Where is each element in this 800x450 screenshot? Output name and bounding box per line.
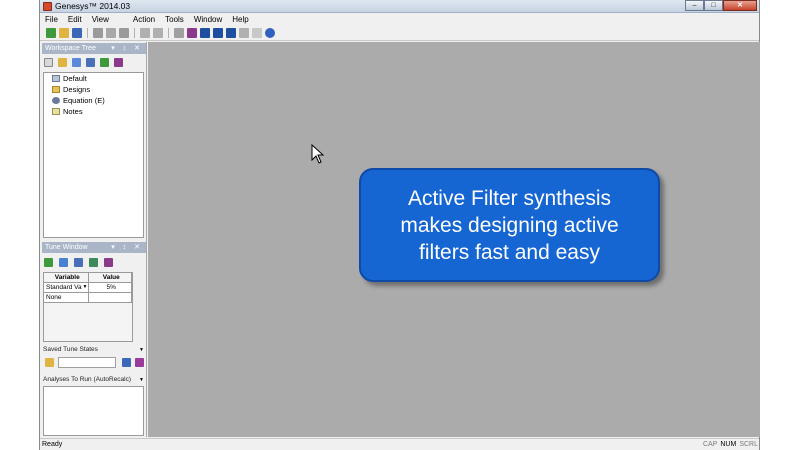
save-icon[interactable] bbox=[72, 28, 82, 38]
tree-item-equation[interactable]: Equation (E) bbox=[44, 95, 143, 106]
new-workspace-icon[interactable] bbox=[46, 28, 56, 38]
maximize-button[interactable]: □ bbox=[704, 0, 723, 11]
tree-item-label: Notes bbox=[63, 107, 83, 116]
scrl-indicator: SCRL bbox=[739, 441, 758, 448]
menu-tools[interactable]: Tools bbox=[160, 14, 189, 26]
workspace-icon bbox=[52, 75, 60, 82]
new-item-icon[interactable] bbox=[44, 58, 53, 67]
saved-state-field[interactable] bbox=[58, 357, 116, 368]
menu-file[interactable]: File bbox=[40, 14, 63, 26]
tune-window-controls[interactable]: ▾ ↕ ✕ bbox=[111, 242, 143, 253]
menu-help[interactable]: Help bbox=[227, 14, 253, 26]
tune-icon[interactable] bbox=[104, 258, 113, 267]
workspace-tree-title: Workspace Tree bbox=[45, 45, 96, 52]
schematic-icon[interactable] bbox=[213, 28, 223, 38]
open-folder-icon[interactable] bbox=[59, 28, 69, 38]
app-icon bbox=[43, 2, 52, 11]
num-indicator: NUM bbox=[720, 441, 737, 448]
folder-icon bbox=[52, 86, 60, 93]
title-bar: Genesys™ 2014.03 – □ ✕ bbox=[40, 0, 759, 13]
workspace-tree: Default Designs Equation (E) Notes bbox=[43, 72, 144, 238]
variable-select[interactable]: Standard Va ▼ bbox=[44, 283, 90, 293]
view-icon[interactable] bbox=[86, 58, 95, 67]
copy-icon[interactable] bbox=[59, 258, 68, 267]
variable-select-value: Standard Va bbox=[46, 284, 82, 291]
tune-toolbar bbox=[44, 258, 113, 267]
analyses-list[interactable] bbox=[43, 386, 144, 436]
tune-icon[interactable] bbox=[114, 58, 123, 67]
tune-grid: Variable Value Standard Va ▼ 5% None bbox=[43, 272, 133, 342]
open-folder-icon[interactable] bbox=[45, 358, 54, 367]
menu-window[interactable]: Window bbox=[189, 14, 227, 26]
mouse-cursor-icon bbox=[311, 144, 325, 164]
callout-line: makes designing active bbox=[400, 213, 619, 237]
toolbar-separator bbox=[134, 28, 135, 38]
workspace-toolbar bbox=[44, 58, 123, 67]
add-icon[interactable] bbox=[100, 58, 109, 67]
tune-window-title: Tune Window bbox=[45, 244, 88, 251]
status-text: Ready bbox=[42, 441, 63, 448]
layout-icon[interactable] bbox=[200, 28, 210, 38]
saved-tune-states-label: Saved Tune States bbox=[43, 346, 98, 353]
analyses-label: Analyses To Run (AutoRecalc) bbox=[43, 376, 132, 383]
grid-icon[interactable] bbox=[226, 28, 236, 38]
check-icon[interactable] bbox=[44, 258, 53, 267]
table-row: Standard Va ▼ 5% bbox=[44, 283, 132, 293]
value-cell[interactable]: 5% bbox=[89, 283, 132, 293]
col-header-value[interactable]: Value bbox=[89, 273, 132, 283]
open-folder-icon[interactable] bbox=[58, 58, 67, 67]
run-icon[interactable] bbox=[239, 28, 249, 38]
main-toolbar bbox=[40, 26, 759, 41]
workspace-tree-header: Workspace Tree ▾ ↕ ✕ bbox=[42, 43, 146, 54]
callout-line: filters fast and easy bbox=[419, 240, 600, 264]
menu-action[interactable]: Action bbox=[128, 14, 160, 26]
tree-item-label: Default bbox=[63, 74, 87, 83]
chevron-down-icon[interactable]: ▼ bbox=[139, 347, 144, 353]
menu-view[interactable]: View bbox=[87, 14, 114, 26]
undo-icon[interactable] bbox=[140, 28, 150, 38]
tune-window-header: Tune Window ▾ ↕ ✕ bbox=[42, 242, 146, 253]
callout-line: Active Filter synthesis bbox=[407, 186, 612, 210]
print-icon[interactable] bbox=[174, 28, 184, 38]
equation-icon bbox=[52, 97, 60, 104]
minimize-button[interactable]: – bbox=[685, 0, 704, 11]
toolbar-separator bbox=[87, 28, 88, 38]
paste-icon[interactable] bbox=[119, 28, 129, 38]
status-bar: Ready CAP NUM SCRL bbox=[40, 438, 759, 450]
chevron-down-icon[interactable]: ▼ bbox=[83, 283, 88, 292]
window-title: Genesys™ 2014.03 bbox=[55, 1, 131, 11]
tree-item-label: Equation (E) bbox=[63, 96, 105, 105]
tune-icon[interactable] bbox=[187, 28, 197, 38]
tree-item-label: Designs bbox=[63, 85, 91, 94]
mdi-workspace[interactable]: Active Filter synthesis makes designing … bbox=[148, 42, 760, 437]
stop-icon[interactable] bbox=[265, 28, 275, 38]
menu-edit[interactable]: Edit bbox=[63, 14, 87, 26]
value-cell[interactable] bbox=[89, 293, 132, 303]
close-button[interactable]: ✕ bbox=[723, 0, 757, 11]
redo-icon[interactable] bbox=[153, 28, 163, 38]
workspace-tree-controls[interactable]: ▾ ↕ ✕ bbox=[111, 43, 143, 54]
cut-icon[interactable] bbox=[93, 28, 103, 38]
dropdown-icon[interactable] bbox=[252, 28, 262, 38]
tree-item-designs[interactable]: Designs bbox=[44, 84, 143, 95]
columns-icon[interactable] bbox=[74, 258, 83, 267]
toolbar-separator bbox=[168, 28, 169, 38]
graph-icon[interactable] bbox=[89, 258, 98, 267]
feature-callout: Active Filter synthesis makes designing … bbox=[359, 168, 660, 282]
copy-icon[interactable] bbox=[106, 28, 116, 38]
col-header-variable[interactable]: Variable bbox=[44, 273, 90, 283]
notes-icon bbox=[52, 108, 60, 115]
tree-item-notes[interactable]: Notes bbox=[44, 106, 143, 117]
recall-state-icon[interactable] bbox=[122, 358, 131, 367]
table-row: None bbox=[44, 293, 132, 303]
tree-item-default[interactable]: Default bbox=[44, 73, 143, 84]
variable-cell[interactable]: None bbox=[44, 293, 90, 303]
window-icon[interactable] bbox=[72, 58, 81, 67]
menu-bar: File Edit View Action Tools Window Help bbox=[40, 14, 759, 26]
delete-state-icon[interactable] bbox=[135, 358, 144, 367]
app-window: Genesys™ 2014.03 – □ ✕ File Edit View Ac… bbox=[39, 0, 760, 450]
cap-indicator: CAP bbox=[702, 441, 718, 448]
chevron-down-icon[interactable]: ▼ bbox=[139, 377, 144, 383]
